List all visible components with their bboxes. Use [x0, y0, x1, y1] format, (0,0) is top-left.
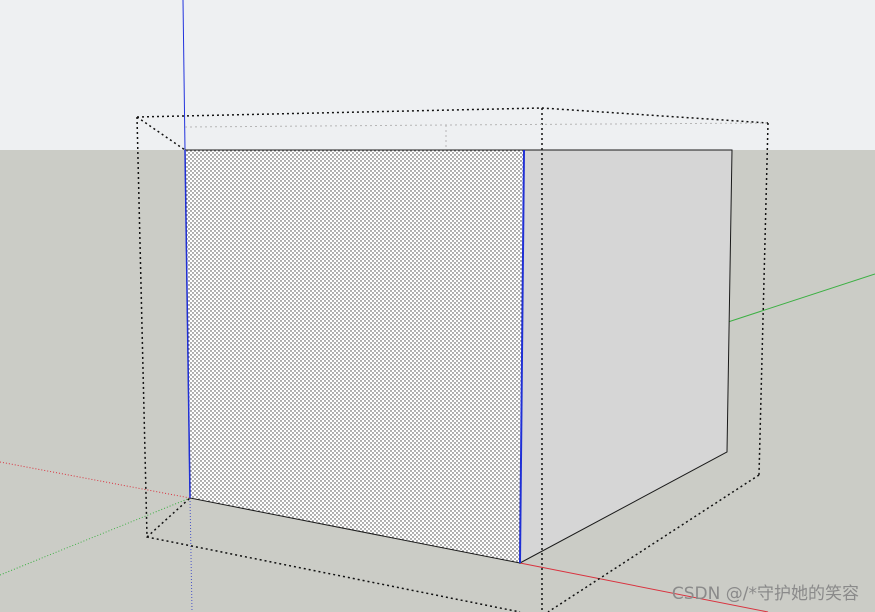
box-front-face-selected[interactable] — [184, 149, 525, 564]
sketchup-3d-viewport[interactable]: CSDN @/*守护她的笑容 — [0, 0, 875, 612]
sky-background — [0, 0, 875, 150]
model-canvas[interactable] — [0, 0, 875, 612]
watermark-text: CSDN @/*守护她的笑容 — [671, 584, 859, 604]
